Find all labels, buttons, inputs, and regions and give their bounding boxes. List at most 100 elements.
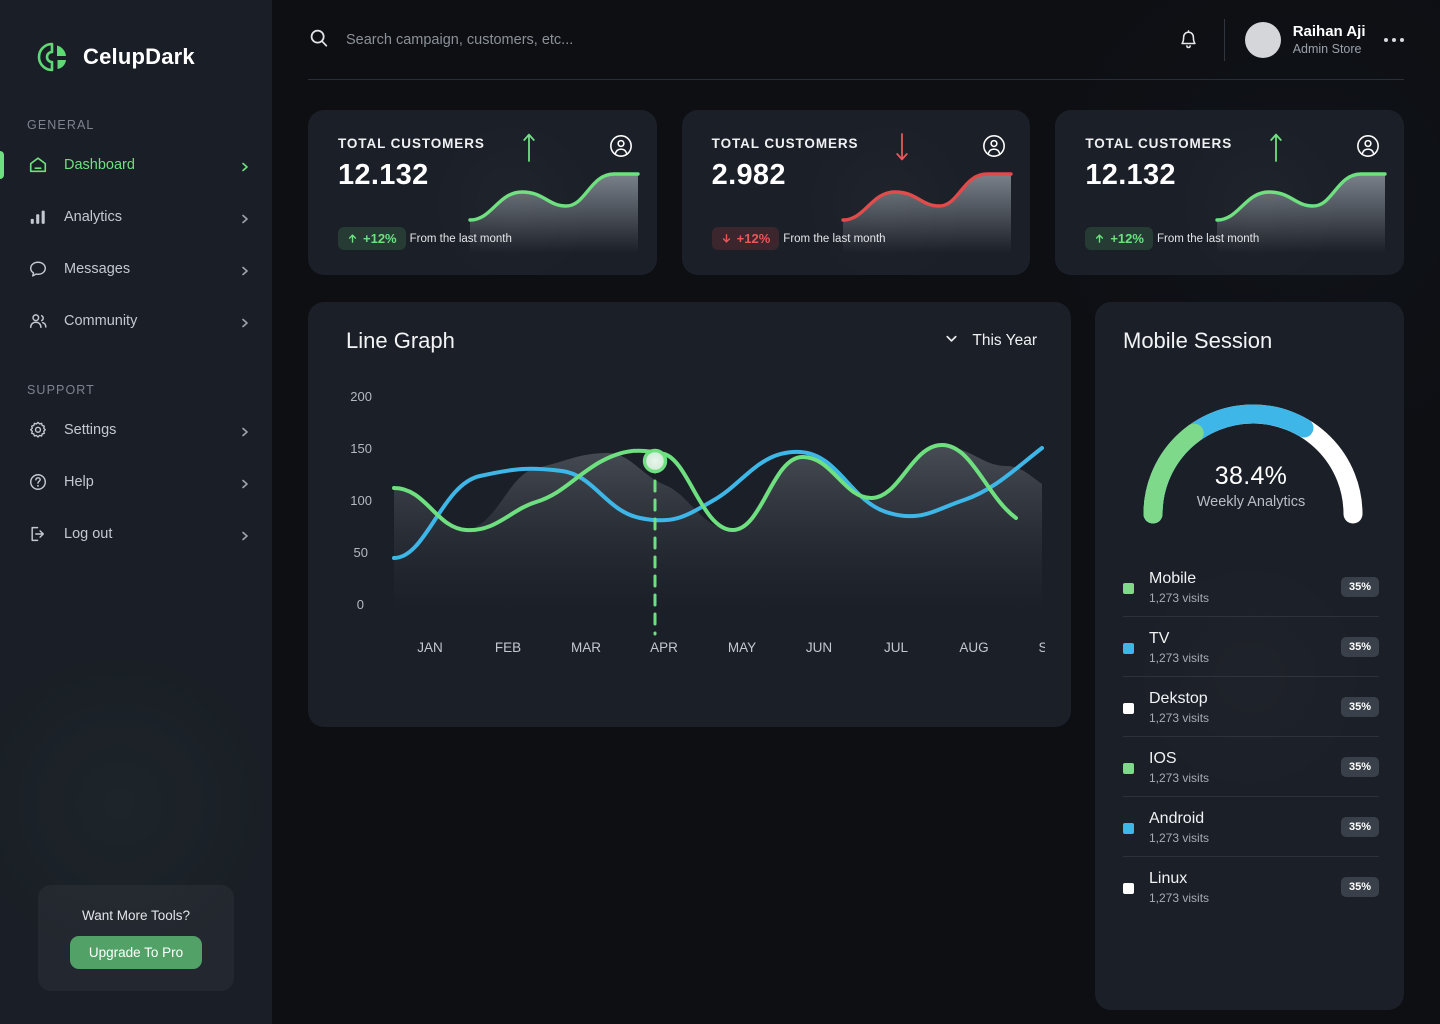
sidebar-item-messages[interactable]: Messages xyxy=(0,249,272,289)
sidebar-item-community[interactable]: Community xyxy=(0,301,272,341)
gauge-value: 38.4% xyxy=(1214,462,1288,490)
upgrade-to-pro-button[interactable]: Upgrade To Pro xyxy=(69,935,203,969)
home-icon xyxy=(27,155,48,176)
stat-card-value: 12.132 xyxy=(1085,159,1176,191)
svg-text:100: 100 xyxy=(350,493,372,508)
svg-text:JUN: JUN xyxy=(806,640,832,655)
svg-text:150: 150 xyxy=(350,441,372,456)
svg-text:AUG: AUG xyxy=(959,640,988,655)
avatar xyxy=(1244,22,1281,58)
svg-text:JUL: JUL xyxy=(884,640,908,655)
mobile-session-title: Mobile Session xyxy=(1123,328,1273,353)
mobile-session-card: Mobile Session 38.4% Weekly Analytics Mo… xyxy=(1095,302,1404,1010)
main-area: Raihan Aji Admin Store TOTAL CUSTOMERS 1… xyxy=(272,0,1440,1024)
legend-item-reader[interactable]: Reader xyxy=(608,726,671,727)
svg-text:200: 200 xyxy=(350,389,372,404)
stat-delta: +12% xyxy=(1110,231,1144,246)
line-chart[interactable]: 200 150 100 50 0 JAN FEB MAR APR MAY JUN… xyxy=(330,366,1045,716)
svg-text:MAR: MAR xyxy=(571,640,601,655)
device-visits: 1,273 visits xyxy=(1149,771,1210,785)
stat-card: TOTAL CUSTOMERS 12.132 +12% From the las… xyxy=(1055,110,1405,275)
stat-card-value: 2.982 xyxy=(711,159,786,191)
legend-item-viewer[interactable]: Viewer xyxy=(705,726,765,727)
more-options-icon[interactable] xyxy=(1383,37,1404,43)
sidebar-item-label: Dashboard xyxy=(64,157,135,173)
upgrade-promo-box: Want More Tools? Upgrade To Pro xyxy=(38,885,234,991)
device-name: Android xyxy=(1149,810,1205,827)
bar-chart-icon xyxy=(27,207,48,228)
device-visits: 1,273 visits xyxy=(1149,651,1210,665)
list-item[interactable]: Android 1,273 visits 35% xyxy=(1123,796,1379,856)
list-item[interactable]: Mobile 1,273 visits 35% xyxy=(1123,557,1379,616)
svg-text:SEP: SEP xyxy=(1038,640,1045,655)
trend-arrow-up-icon xyxy=(521,130,537,169)
sidebar-item-analytics[interactable]: Analytics xyxy=(0,197,272,237)
stat-sparkline xyxy=(1215,172,1387,253)
device-color-swatch xyxy=(1123,822,1134,834)
mid-row: Line Graph This Year 200 150 100 50 0 JA… xyxy=(308,302,1404,1010)
question-circle-icon xyxy=(27,472,48,493)
list-item[interactable]: Dekstop 1,273 visits 35% xyxy=(1123,676,1379,736)
svg-text:50: 50 xyxy=(354,545,368,560)
sidebar-item-settings[interactable]: Settings xyxy=(0,410,272,450)
device-color-swatch xyxy=(1123,882,1134,894)
line-graph-card: Line Graph This Year 200 150 100 50 0 JA… xyxy=(308,302,1071,727)
list-item[interactable]: IOS 1,273 visits 35% xyxy=(1123,736,1379,796)
status-badge: +12% xyxy=(711,227,780,250)
device-name: IOS xyxy=(1149,750,1177,767)
device-percent-badge: 35% xyxy=(1340,637,1379,657)
device-name: Linux xyxy=(1149,870,1188,887)
nav-section-general: GENERAL Dashboard Analytics Messages Com… xyxy=(0,118,272,341)
sidebar-item-label: Messages xyxy=(64,261,131,277)
dashboard-root: CelupDark GENERAL Dashboard Analytics Me… xyxy=(0,0,1440,1024)
stat-card-footer: +12% From the last month xyxy=(711,227,886,250)
legend-label: Viewer xyxy=(724,726,765,727)
device-visits: 1,273 visits xyxy=(1149,891,1210,905)
stat-card-value: 12.132 xyxy=(338,159,429,191)
search-bar[interactable] xyxy=(308,27,1176,54)
topbar-bottom-divider xyxy=(308,79,1404,80)
user-menu[interactable]: Raihan Aji Admin Store xyxy=(1244,22,1366,58)
promo-title: Want More Tools? xyxy=(81,907,191,923)
stat-delta: +12% xyxy=(363,231,397,246)
chevron-down-icon xyxy=(944,331,959,351)
device-visits: 1,273 visits xyxy=(1149,711,1210,725)
list-item[interactable]: Linux 1,273 visits 35% xyxy=(1123,856,1379,916)
device-percent-badge: 35% xyxy=(1340,697,1379,717)
stat-card-footer: +12% From the last month xyxy=(338,227,512,250)
device-percent-badge: 35% xyxy=(1340,577,1379,597)
gauge-svg xyxy=(1143,404,1363,524)
range-selector[interactable]: This Year xyxy=(944,331,1037,351)
device-percent-badge: 35% xyxy=(1340,757,1379,777)
sidebar-item-help[interactable]: Help xyxy=(0,462,272,502)
chevron-right-icon xyxy=(240,264,250,276)
chevron-right-icon xyxy=(240,477,250,489)
status-badge: +12% xyxy=(338,227,406,250)
sidebar-item-label: Community xyxy=(64,313,138,329)
sidebar-item-label: Settings xyxy=(64,422,117,438)
svg-text:JAN: JAN xyxy=(417,640,443,655)
device-color-swatch xyxy=(1123,582,1134,594)
device-percent-badge: 35% xyxy=(1340,817,1379,837)
notification-bell-icon[interactable] xyxy=(1176,27,1202,53)
device-percent-badge: 35% xyxy=(1340,877,1379,897)
chevron-right-icon xyxy=(240,425,250,437)
stat-card-title: TOTAL CUSTOMERS xyxy=(1085,136,1233,151)
list-item[interactable]: TV 1,273 visits 35% xyxy=(1123,616,1379,676)
gauge-center-labels: 38.4% Weekly Analytics xyxy=(1123,462,1379,510)
x-axis-ticks: JAN FEB MAR APR MAY JUN JUL AUG SEP xyxy=(417,640,1045,655)
device-color-swatch xyxy=(1123,762,1134,774)
svg-text:APR: APR xyxy=(650,640,678,655)
chevron-right-icon xyxy=(240,529,250,541)
stat-card: TOTAL CUSTOMERS 12.132 +12% From the las… xyxy=(308,110,657,275)
trend-arrow-down-icon xyxy=(894,130,910,169)
sidebar-item-dashboard[interactable]: Dashboard xyxy=(0,145,272,185)
stat-card-title: TOTAL CUSTOMERS xyxy=(711,136,859,151)
sidebar-item-label: Log out xyxy=(64,526,113,542)
chevron-right-icon xyxy=(240,160,250,172)
svg-text:FEB: FEB xyxy=(495,640,521,655)
search-input[interactable] xyxy=(346,32,1176,48)
stat-sparkline xyxy=(841,172,1014,253)
sidebar-item-logout[interactable]: Log out xyxy=(0,514,272,554)
page-title: Line Graph xyxy=(346,328,455,353)
